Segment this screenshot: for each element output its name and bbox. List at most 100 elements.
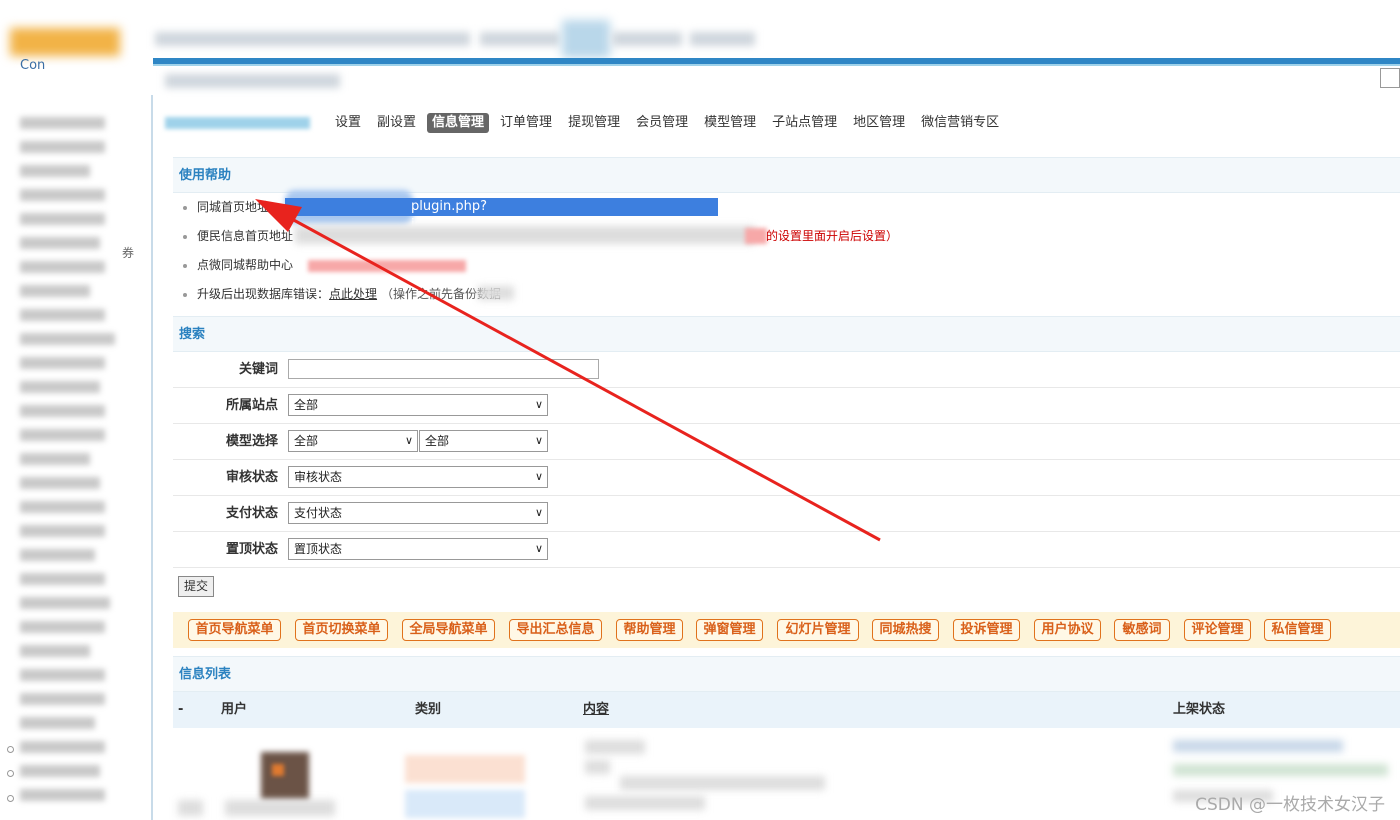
sidebar-item[interactable]	[20, 693, 105, 705]
help-center-blurred-link[interactable]	[308, 260, 466, 272]
menu-button-export[interactable]: 导出汇总信息	[509, 619, 602, 641]
nav-item-withdraw[interactable]: 提现管理	[563, 113, 625, 133]
menu-button-popup[interactable]: 弹窗管理	[696, 619, 763, 641]
upgrade-note-blur	[478, 286, 514, 300]
header-blurred-text	[480, 32, 560, 46]
site-select-value: 全部	[294, 398, 319, 412]
help-center-label: 点微同城帮助中心	[197, 258, 294, 272]
help-section-title: 使用帮助	[173, 157, 1400, 193]
model-select-2-value: 全部	[425, 434, 450, 448]
row-blur	[1173, 764, 1388, 776]
menu-button-global-nav[interactable]: 全局导航菜单	[402, 619, 495, 641]
sidebar-item[interactable]	[20, 477, 100, 489]
menu-button-complaints[interactable]: 投诉管理	[953, 619, 1020, 641]
submit-button[interactable]: 提交	[178, 576, 214, 597]
upgrade-label: 升级后出现数据库错误：	[197, 287, 330, 301]
search-section-title: 搜索	[173, 316, 1400, 352]
sidebar-item[interactable]	[20, 597, 110, 609]
menu-button-sensitive-words[interactable]: 敏感词	[1114, 619, 1170, 641]
sidebar-item[interactable]	[20, 765, 100, 777]
row-blur	[585, 760, 610, 774]
audit-select[interactable]: 审核状态 ∨	[288, 466, 548, 488]
sidebar-item[interactable]	[20, 525, 105, 537]
sidebar-item[interactable]	[20, 309, 105, 321]
nav-item-settings[interactable]: 设置	[330, 113, 366, 133]
menu-button-slides[interactable]: 幻灯片管理	[777, 619, 859, 641]
site-select[interactable]: 全部 ∨	[288, 394, 548, 416]
menu-button-agreement[interactable]: 用户协议	[1034, 619, 1101, 641]
header-blurred-subtitle	[165, 74, 340, 88]
chevron-down-icon: ∨	[404, 434, 413, 447]
chevron-down-icon: ∨	[534, 398, 543, 411]
upgrade-fix-link[interactable]: 点此处理	[329, 287, 377, 301]
top-select[interactable]: 置顶状态 ∨	[288, 538, 548, 560]
model-select-2[interactable]: 全部 ∨	[419, 430, 548, 452]
sidebar-item[interactable]	[20, 381, 100, 393]
menu-button-home-switch[interactable]: 首页切换菜单	[295, 619, 388, 641]
nav-item-orders[interactable]: 订单管理	[495, 113, 557, 133]
sidebar-item[interactable]	[20, 261, 105, 273]
sidebar-item[interactable]	[20, 789, 105, 801]
table-header: - 用户 类别 内容 上架状态	[173, 692, 1400, 728]
top-search-input[interactable]	[1380, 68, 1400, 88]
nav-item-models[interactable]: 模型管理	[699, 113, 761, 133]
menu-button-comments[interactable]: 评论管理	[1184, 619, 1251, 641]
nav-item-info-management[interactable]: 信息管理	[427, 113, 490, 133]
header-blurred-title	[155, 32, 470, 46]
sidebar-coupon-char: 券	[122, 246, 135, 260]
sidebar-item[interactable]	[20, 357, 105, 369]
logo-text: Con	[20, 58, 46, 73]
sidebar-item[interactable]	[20, 141, 105, 153]
column-select[interactable]: -	[178, 692, 183, 728]
sidebar-item[interactable]	[20, 669, 105, 681]
nav-item-members[interactable]: 会员管理	[631, 113, 693, 133]
sidebar-item[interactable]	[20, 621, 105, 633]
home-url-value[interactable]: plugin.php?id=tom_tongcheng&site=1&mod=i…	[285, 198, 718, 232]
menu-button-hot-search[interactable]: 同城热搜	[872, 619, 939, 641]
help-item-convenience: 便民信息首页地址	[183, 228, 293, 244]
sidebar-item[interactable]	[20, 117, 105, 129]
menu-button-help[interactable]: 帮助管理	[616, 619, 683, 641]
nav-item-sub-sites[interactable]: 子站点管理	[767, 113, 842, 133]
keyword-input[interactable]	[288, 359, 599, 379]
keyword-label: 关键词	[238, 362, 278, 377]
menu-button-messages[interactable]: 私信管理	[1264, 619, 1331, 641]
sidebar-item[interactable]	[20, 213, 105, 225]
help-item-help-center: 点微同城帮助中心	[183, 257, 293, 273]
chevron-down-icon: ∨	[534, 506, 543, 519]
nav-item-regions[interactable]: 地区管理	[848, 113, 910, 133]
pay-select[interactable]: 支付状态 ∨	[288, 502, 548, 524]
column-content[interactable]: 内容	[583, 692, 609, 728]
sidebar-radio[interactable]	[7, 770, 14, 777]
nav-item-wechat-marketing[interactable]: 微信营销专区	[916, 113, 1004, 133]
sidebar-item[interactable]	[20, 285, 90, 297]
sidebar-item[interactable]	[20, 405, 105, 417]
bullet-icon	[183, 205, 187, 210]
header-blurred-text-2	[612, 32, 682, 46]
sidebar-item[interactable]	[20, 333, 115, 345]
sidebar-radio[interactable]	[7, 795, 14, 802]
sidebar-item[interactable]	[20, 573, 105, 585]
sidebar-item[interactable]	[20, 453, 90, 465]
header-blurred-text-3	[690, 32, 755, 46]
model-select-1[interactable]: 全部 ∨	[288, 430, 418, 452]
sidebar-item[interactable]	[20, 189, 105, 201]
sidebar-item[interactable]	[20, 717, 95, 729]
sidebar-item[interactable]	[20, 165, 90, 177]
sidebar-radio[interactable]	[7, 746, 14, 753]
row-blur	[620, 776, 825, 790]
pay-select-value: 支付状态	[294, 506, 343, 520]
menu-button-home-nav[interactable]: 首页导航菜单	[188, 619, 281, 641]
sidebar-item[interactable]	[20, 237, 100, 249]
nav-item-sub-settings[interactable]: 副设置	[372, 113, 421, 133]
row-blur	[225, 800, 335, 816]
site-label: 所属站点	[225, 398, 278, 413]
row-blur	[585, 740, 645, 754]
form-row-audit: 审核状态 审核状态 ∨	[173, 460, 1400, 496]
sidebar-item[interactable]	[20, 645, 90, 657]
sidebar-item[interactable]	[20, 501, 105, 513]
sidebar-item[interactable]	[20, 741, 105, 753]
sidebar-item[interactable]	[20, 429, 105, 441]
sidebar-item[interactable]	[20, 549, 95, 561]
pay-label: 支付状态	[225, 506, 278, 521]
